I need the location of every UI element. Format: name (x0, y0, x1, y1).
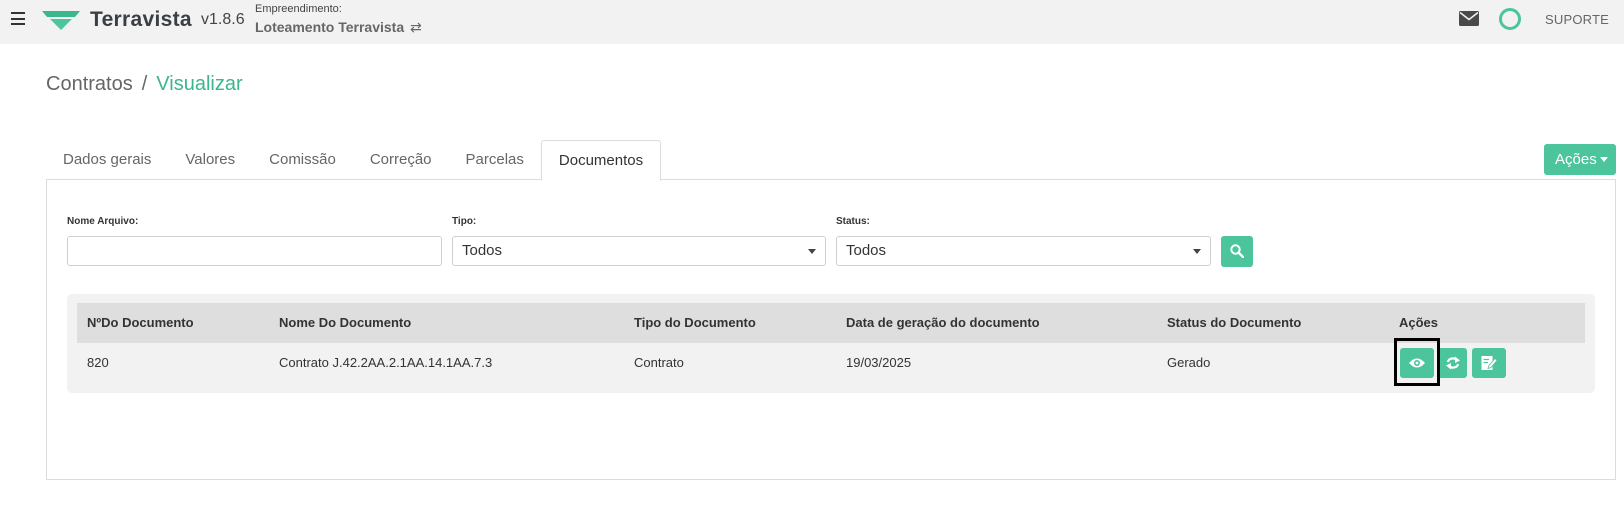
documents-table: NºDo Documento Nome Do Documento Tipo do… (67, 294, 1595, 393)
column-header: Data de geração do documento (846, 315, 1040, 330)
mail-icon[interactable] (1459, 11, 1479, 26)
nome-arquivo-input[interactable] (67, 236, 442, 266)
tab-bar: Dados gerais Valores Comissão Correção P… (46, 140, 662, 181)
status-ring-icon[interactable] (1499, 8, 1521, 30)
actions-button-label: Ações (1555, 151, 1597, 168)
empreendimento-name: Loteamento Terravista (255, 19, 405, 35)
breadcrumb-separator: / (141, 73, 148, 95)
chevron-down-icon (808, 249, 816, 254)
column-header: Tipo do Documento (634, 315, 756, 330)
brand-name: Terravista (90, 8, 192, 31)
app-version: v1.8.6 (201, 11, 245, 28)
cell-status: Gerado (1167, 355, 1211, 370)
tab-valores[interactable]: Valores (168, 140, 252, 180)
column-header: Nome Do Documento (279, 315, 412, 330)
search-button[interactable] (1221, 236, 1253, 267)
refresh-icon (1445, 356, 1460, 370)
tipo-selected-value: Todos (462, 242, 503, 259)
nome-arquivo-label: Nome Arquivo: (67, 216, 139, 227)
empreendimento-label: Empreendimento: (255, 3, 342, 15)
search-icon (1230, 244, 1244, 258)
cell-data: 19/03/2025 (846, 355, 912, 370)
edit-document-icon (1481, 356, 1497, 370)
breadcrumb-parent[interactable]: Contratos (46, 73, 133, 95)
cell-tipo: Contrato (634, 355, 684, 370)
swap-icon: ⇄ (410, 19, 422, 35)
menu-icon[interactable] (11, 12, 25, 25)
actions-dropdown-button[interactable]: Ações (1544, 144, 1616, 175)
tab-parcelas[interactable]: Parcelas (449, 140, 541, 180)
tab-documentos[interactable]: Documentos (540, 140, 662, 181)
caret-down-icon (1600, 157, 1608, 162)
tipo-label: Tipo: (452, 216, 477, 227)
top-bar: Terravista v1.8.6 Empreendimento: Loteam… (0, 0, 1624, 44)
tab-correcao[interactable]: Correção (353, 140, 449, 180)
table-header: NºDo Documento Nome Do Documento Tipo do… (77, 303, 1585, 343)
edit-document-button[interactable] (1472, 348, 1506, 378)
breadcrumb: Contratos / Visualizar (46, 73, 243, 96)
tab-comissao[interactable]: Comissão (252, 140, 353, 180)
eye-icon (1409, 358, 1425, 368)
column-header: Ações (1399, 315, 1439, 330)
status-label: Status: (836, 216, 870, 227)
status-select[interactable]: Todos (836, 236, 1211, 266)
cell-nome: Contrato J.42.2AA.2.1AA.14.1AA.7.3 (279, 355, 493, 370)
regenerate-document-button[interactable] (1438, 348, 1467, 378)
status-selected-value: Todos (846, 242, 887, 259)
column-header: NºDo Documento (87, 315, 194, 330)
support-link[interactable]: SUPORTE (1545, 12, 1609, 27)
terravista-logo[interactable] (42, 9, 80, 31)
cell-numero: 820 (87, 355, 109, 370)
breadcrumb-current: Visualizar (156, 73, 243, 95)
tipo-select[interactable]: Todos (452, 236, 826, 266)
empreendimento-selector[interactable]: Loteamento Terravista ⇄ (255, 19, 422, 36)
chevron-down-icon (1193, 249, 1201, 254)
tab-dados-gerais[interactable]: Dados gerais (46, 140, 168, 180)
column-header: Status do Documento (1167, 315, 1302, 330)
view-document-button[interactable] (1400, 348, 1434, 378)
